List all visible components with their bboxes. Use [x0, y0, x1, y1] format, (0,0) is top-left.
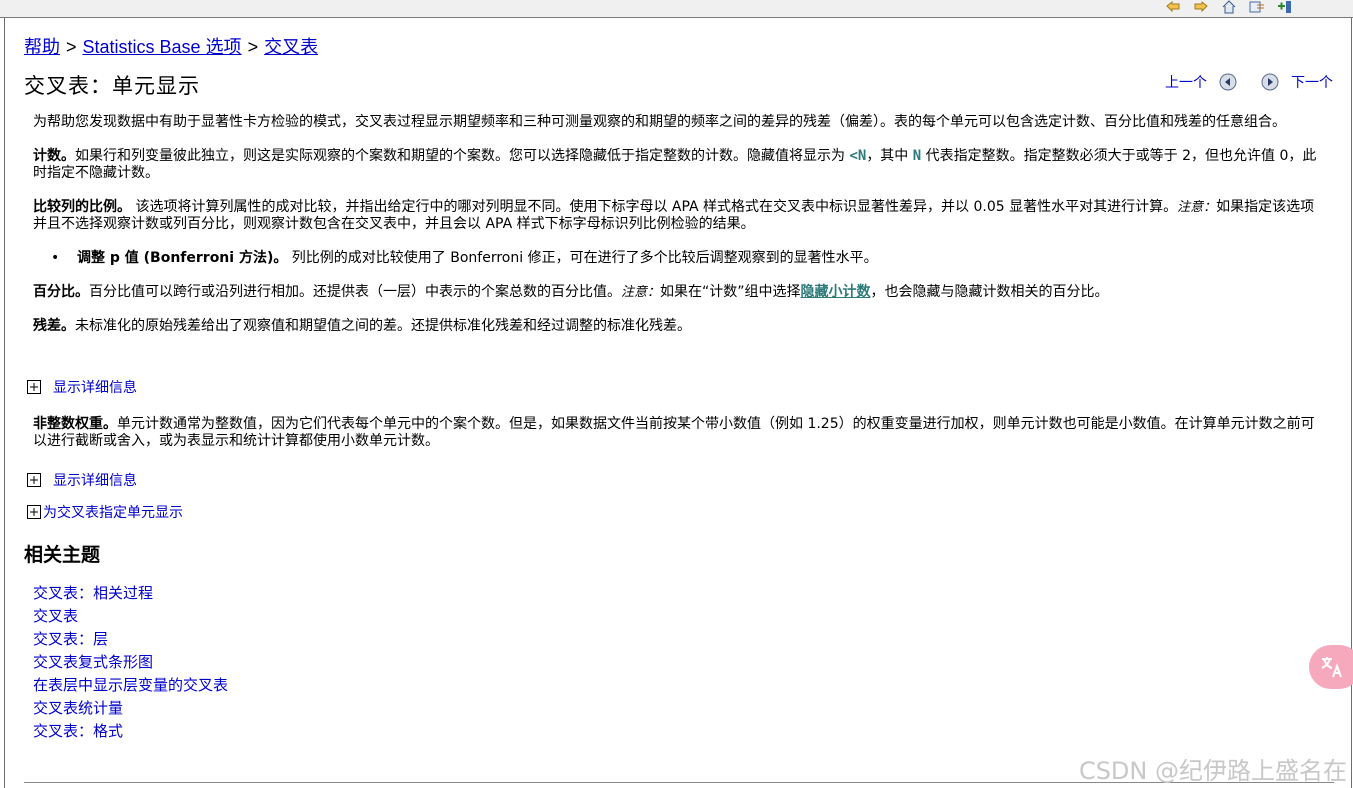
related-topic-link[interactable]: 交叉表：相关过程	[33, 582, 228, 605]
related-topics-list: 交叉表：相关过程 交叉表 交叉表：层 交叉表复式条形图 在表层中显示层变量的交叉…	[33, 582, 228, 743]
previous-link[interactable]: 上一个	[1165, 72, 1207, 92]
nonint-term: 非整数权重。	[33, 416, 117, 432]
plus-icon[interactable]	[27, 505, 41, 519]
counts-code: <N	[849, 148, 867, 164]
counts-paragraph: 计数。如果行和列变量彼此独立，则这是实际观察的个案数和期望的个案数。您可以选择隐…	[33, 148, 1323, 182]
show-details-label[interactable]: 显示详细信息	[53, 377, 137, 397]
percent-text: 百分比值可以跨行或沿列进行相加。还提供表（一层）中表示的个案总数的百分比值。	[89, 284, 621, 300]
home-icon[interactable]	[1221, 0, 1237, 14]
residual-paragraph: 残差。未标准化的原始残差给出了观察值和期望值之间的差。还提供标准化残差和经过调整…	[33, 318, 1323, 335]
percent-paragraph: 百分比。百分比值可以跨行或沿列进行相加。还提供表（一层）中表示的个案总数的百分比…	[33, 284, 1323, 301]
adjust-text: 列比例的成对比较使用了 Bonferroni 修正，可在进行了多个比较后调整观察…	[287, 250, 878, 266]
residual-text: 未标准化的原始残差给出了观察值和期望值之间的差。还提供标准化残差和经过调整的标准…	[75, 318, 691, 334]
related-topic-link[interactable]: 交叉表统计量	[33, 697, 228, 720]
next-link[interactable]: 下一个	[1291, 72, 1333, 92]
page-title: 交叉表：单元显示	[24, 74, 200, 98]
watermark: CSDN @纪伊路上盛名在	[1078, 757, 1347, 785]
topic-navigation: 上一个 下一个	[1165, 72, 1333, 92]
nonint-text: 单元计数通常为整数值，因为它们代表每个单元中的个案个数。但是，如果数据文件当前按…	[33, 416, 1315, 449]
breadcrumb-crosstabs-link[interactable]: 交叉表	[264, 37, 318, 57]
show-details-label[interactable]: 显示详细信息	[53, 470, 137, 490]
intro-paragraph: 为帮助您发现数据中有助于显著性卡方检验的模式，交叉表过程显示期望频率和三种可测量…	[33, 114, 1286, 130]
breadcrumb: 帮助 > Statistics Base 选项 > 交叉表	[24, 33, 318, 59]
counts-term: 计数。	[33, 148, 75, 164]
compare-paragraph: 比较列的比例。 该选项将计算列属性的成对比较，并指出给定行中的哪对列明显不同。使…	[33, 199, 1323, 233]
related-topic-link[interactable]: 交叉表	[33, 605, 228, 628]
nonint-paragraph: 非整数权重。单元计数通常为整数值，因为它们代表每个单元中的个案个数。但是，如果数…	[33, 416, 1323, 450]
hide-small-counts-link[interactable]: 隐藏小计数	[801, 284, 871, 300]
procedure-expander[interactable]: 为交叉表指定单元显示	[27, 502, 183, 522]
counts-text: ，其中	[866, 148, 913, 164]
sync-toc-icon[interactable]	[1249, 0, 1265, 14]
related-topic-link[interactable]: 交叉表：格式	[33, 720, 228, 743]
plus-icon[interactable]	[27, 473, 41, 487]
note-label: 注意：	[1177, 200, 1217, 215]
next-arrow-icon[interactable]	[1261, 73, 1279, 91]
bookmark-add-icon[interactable]	[1277, 0, 1293, 14]
nonint-section: 非整数权重。单元计数通常为整数值，因为它们代表每个单元中的个案个数。但是，如果数…	[33, 416, 1323, 467]
plus-icon[interactable]	[27, 380, 41, 394]
translate-icon[interactable]	[1319, 654, 1345, 680]
procedure-label[interactable]: 为交叉表指定单元显示	[43, 502, 183, 522]
percent-text: ，也会隐藏与隐藏计数相关的百分比。	[870, 284, 1109, 300]
compare-term: 比较列的比例。	[33, 199, 131, 215]
breadcrumb-statistics-base-link[interactable]: Statistics Base 选项	[83, 37, 242, 57]
adjust-p-bullet: • 调整 p 值 (Bonferroni 方法)。 列比例的成对比较使用了 Bo…	[51, 250, 1323, 267]
help-toolbar	[0, 0, 1353, 18]
note-label: 注意：	[621, 285, 661, 300]
adjust-term: 调整 p 值 (Bonferroni 方法)。	[77, 250, 288, 266]
breadcrumb-separator: >	[66, 37, 77, 57]
counts-text: 如果行和列变量彼此独立，则这是实际观察的个案数和期望的个案数。您可以选择隐藏低于…	[75, 148, 850, 164]
breadcrumb-separator: >	[247, 37, 259, 57]
back-arrow-icon[interactable]	[1165, 0, 1181, 14]
show-details-expander-2[interactable]: 显示详细信息	[27, 470, 137, 490]
toolbar-icons	[1165, 0, 1293, 14]
bullet-dot: •	[51, 250, 60, 266]
residual-term: 残差。	[33, 318, 75, 334]
counts-code: N	[912, 148, 922, 164]
translate-button[interactable]	[1309, 645, 1353, 689]
related-topic-link[interactable]: 交叉表复式条形图	[33, 651, 228, 674]
breadcrumb-help-link[interactable]: 帮助	[24, 37, 60, 57]
percent-term: 百分比。	[33, 284, 89, 300]
forward-arrow-icon[interactable]	[1193, 0, 1209, 14]
related-topics-heading: 相关主题	[24, 544, 101, 566]
percent-text: 如果在“计数”组中选择	[660, 284, 801, 300]
previous-arrow-icon[interactable]	[1219, 73, 1237, 91]
show-details-expander-1[interactable]: 显示详细信息	[27, 377, 137, 397]
related-topic-link[interactable]: 在表层中显示层变量的交叉表	[33, 674, 228, 697]
topic-body: 为帮助您发现数据中有助于显著性卡方检验的模式，交叉表过程显示期望频率和三种可测量…	[33, 114, 1323, 352]
compare-text: 该选项将计算列属性的成对比较，并指出给定行中的哪对列明显不同。使用下标字母以 A…	[131, 199, 1178, 215]
related-topic-link[interactable]: 交叉表：层	[33, 628, 228, 651]
